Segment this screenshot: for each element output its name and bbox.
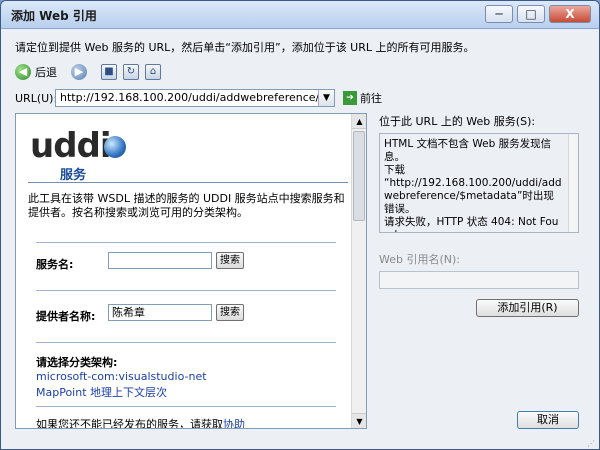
divider [36,242,336,243]
stop-icon[interactable]: ■ [101,64,117,80]
taxonomy-link-visualstudio[interactable]: microsoft-com:visualstudio-net [36,370,207,383]
intro-text: 此工具在该带 WSDL 描述的服务的 UDDI 服务站点中搜索服务和提供者。按名… [28,192,345,219]
description-scrollbar[interactable] [568,134,578,232]
search-service-button[interactable]: 搜索 [216,252,244,269]
divider [36,406,336,407]
scroll-thumb[interactable] [353,131,365,221]
add-reference-button[interactable]: 添加引用(R) [476,299,579,317]
maximize-button[interactable]: □ [517,5,545,23]
taxonomy-link-mappoint[interactable]: MapPoint 地理上下文层次 [36,384,167,400]
scroll-down-icon[interactable]: ▼ [352,413,366,428]
title-bar: 添加 Web 引用 ─ □ X [1,1,599,29]
divider [28,182,348,183]
window-controls: ─ □ X [485,5,591,23]
uddi-logo: uddi 服务 [30,126,126,183]
url-value: http://192.168.100.200/uddi/addwebrefere… [60,91,320,104]
provider-name-label: 提供者名称: [36,310,96,323]
window-title: 添加 Web 引用 [11,9,97,23]
refresh-icon[interactable]: ↻ [123,64,139,80]
back-label: 后退 [35,66,57,79]
url-row: URL(U): http://192.168.100.200/uddi/addw… [15,89,382,107]
services-text: HTML 文档不包含 Web 服务发现信息。 下载 “http://192.16… [384,138,562,232]
url-label: URL(U): [15,91,58,105]
help-link[interactable]: 协助 [223,418,245,428]
dialog-client: 请定位到提供 Web 服务的 URL，然后单击“添加引用”，添加位于该 URL … [1,29,599,449]
services-label: 位于此 URL 上的 Web 服务(S): [379,115,536,128]
footer-text: 如果您还不能已经发布的服务，请获取协助 [36,416,245,429]
cancel-button[interactable]: 取消 [517,411,579,429]
uddi-logo-subtitle: 服务 [60,168,87,183]
services-description[interactable]: HTML 文档不包含 Web 服务发现信息。 下载 “http://192.16… [379,133,579,233]
right-panel: 位于此 URL 上的 Web 服务(S): HTML 文档不包含 Web 服务发… [379,113,589,317]
browser-pane: uddi 服务 此工具在该带 WSDL 描述的服务的 UDDI 服务站点中搜索服… [15,113,367,429]
globe-icon [104,136,126,158]
service-name-label: 服务名: [36,258,74,271]
scroll-up-icon[interactable]: ▲ [352,114,366,129]
back-arrow-icon: ◀ [15,64,31,80]
go-label: 前往 [360,92,382,105]
reference-name-label: Web 引用名(N): [379,253,460,266]
go-arrow-icon: ➔ [343,91,357,105]
taxonomy-title: 请选择分类架构: [36,356,118,369]
uddi-logo-text: uddi [30,126,112,166]
footer-body: 如果您还不能已经发布的服务，请获取 [36,418,223,429]
chevron-down-icon[interactable]: ▼ [318,90,334,106]
search-provider-button[interactable]: 搜索 [216,304,244,321]
add-web-reference-dialog: 添加 Web 引用 ─ □ X 请定位到提供 Web 服务的 URL，然后单击“… [0,0,600,450]
url-input[interactable]: http://192.168.100.200/uddi/addwebrefere… [55,89,335,107]
close-button[interactable]: X [549,5,591,23]
back-button[interactable]: ◀ 后退 [15,63,57,81]
reference-name-input[interactable] [379,271,579,289]
service-name-input[interactable] [108,252,212,269]
toolbar: ◀ 后退 ▶ ■ ↻ ⌂ [15,63,161,81]
resize-grip-icon[interactable]: ⋰ [587,439,597,449]
forward-arrow-icon[interactable]: ▶ [71,64,87,80]
vertical-scrollbar[interactable]: ▲ ▼ [351,114,366,428]
go-button[interactable]: ➔ 前往 [343,90,382,106]
divider [36,342,336,343]
instruction-text: 请定位到提供 Web 服务的 URL，然后单击“添加引用”，添加位于该 URL … [15,41,475,54]
divider [36,290,336,291]
home-icon[interactable]: ⌂ [145,64,161,80]
minimize-button[interactable]: ─ [485,5,513,23]
provider-name-input[interactable]: 陈希章 [108,304,212,321]
